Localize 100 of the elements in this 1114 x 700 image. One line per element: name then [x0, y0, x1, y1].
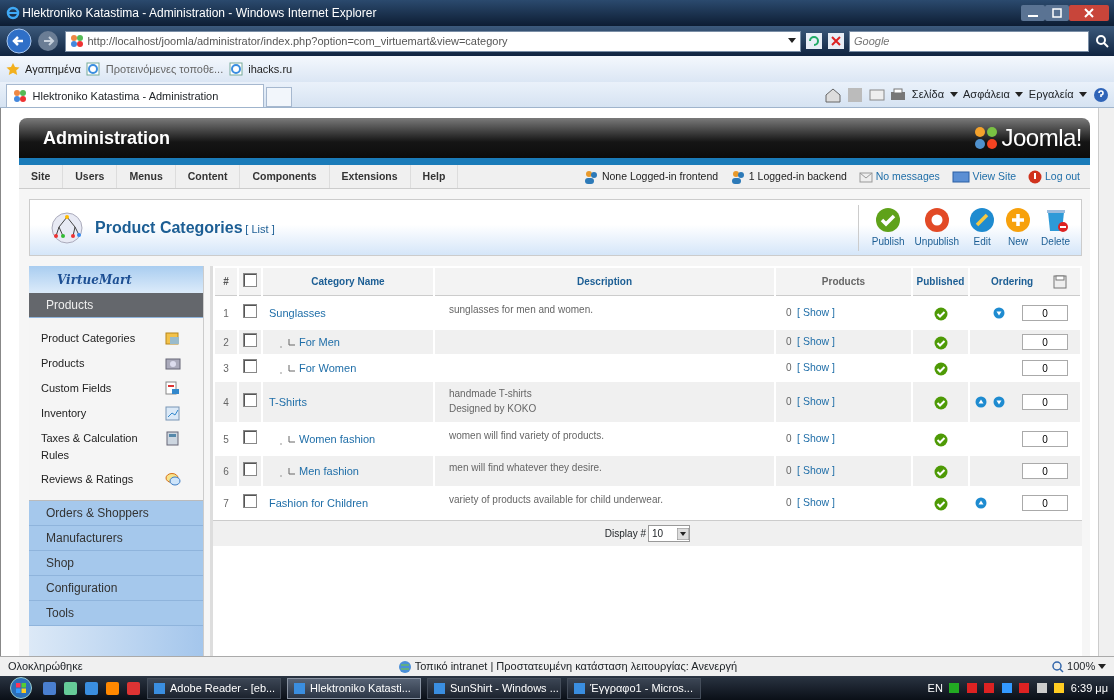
row-checkbox[interactable] [243, 393, 257, 407]
published-check-icon[interactable] [933, 335, 948, 350]
browser-tab[interactable]: Hlektroniko Katastima - Administration [5, 84, 264, 107]
show-link[interactable]: [ Show ] [797, 395, 835, 408]
sidebar-section[interactable]: Orders & Shoppers [29, 501, 203, 526]
printer-icon[interactable] [890, 87, 907, 102]
command-menu[interactable]: Εργαλεία [1028, 86, 1074, 103]
status-link[interactable]: View Site [972, 168, 1017, 185]
show-link[interactable]: [ Show ] [797, 432, 835, 445]
caret-icon[interactable] [949, 91, 958, 98]
zoom-level[interactable]: 100% [1067, 658, 1096, 675]
column-header[interactable]: Ordering [991, 275, 1034, 287]
taskbar-button[interactable]: SunShirt - Windows ... [427, 677, 561, 699]
status-link[interactable]: No messages [875, 168, 940, 185]
calculator-icon[interactable] [164, 430, 181, 447]
ordering-field[interactable]: 0 [1022, 360, 1068, 376]
select-all-checkbox[interactable] [243, 272, 257, 287]
new-button[interactable]: New [1000, 204, 1037, 251]
tray-icon[interactable] [948, 682, 961, 694]
category-link[interactable]: For Women [299, 361, 357, 374]
language-indicator[interactable]: EN [927, 679, 943, 697]
favorites-link[interactable]: Αγαπημένα [25, 60, 81, 78]
row-checkbox[interactable] [243, 304, 257, 318]
show-link[interactable]: [ Show ] [797, 335, 835, 348]
help-icon[interactable] [1092, 86, 1109, 103]
edit-button[interactable]: Edit [964, 204, 1001, 251]
caret-icon[interactable] [1079, 91, 1087, 98]
move-up-icon[interactable] [975, 497, 987, 509]
command-menu[interactable]: Ασφάλεια [963, 86, 1010, 103]
search-icon[interactable] [1094, 34, 1109, 48]
sidebar-item[interactable]: Taxes & Calculation Rules [41, 430, 151, 463]
show-link[interactable]: [ Show ] [797, 496, 835, 509]
camera-icon[interactable] [164, 355, 181, 372]
address-field[interactable]: http://localhost/joomla/administrator/index.php?option=com_virtuemart&view=category [64, 30, 801, 52]
ordering-field[interactable]: 0 [1022, 334, 1068, 350]
chart-icon[interactable] [164, 405, 181, 422]
quick-launch-icon[interactable] [126, 680, 141, 696]
quick-launch-icon[interactable] [42, 680, 57, 696]
menu-item[interactable]: Components [240, 165, 330, 188]
caret-icon[interactable] [787, 38, 796, 44]
taskbar-button[interactable]: Adobe Reader - [eb... [147, 677, 281, 699]
sidebar-section[interactable]: Tools [29, 601, 203, 626]
minimize-icon[interactable] [1020, 5, 1045, 21]
menu-item[interactable]: Content [175, 165, 241, 188]
sidebar-item[interactable]: Custom Fields [41, 380, 112, 397]
move-up-icon[interactable] [975, 396, 987, 408]
menu-item[interactable]: Help [410, 165, 459, 188]
sidebar-item[interactable]: Reviews & Ratings [41, 471, 134, 488]
taskbar-button[interactable]: Hlektroniko Katasti... [287, 677, 421, 699]
stop-icon[interactable] [827, 33, 844, 49]
sidebar-item[interactable]: Products [41, 355, 85, 372]
category-link[interactable]: Men fashion [299, 464, 359, 477]
row-checkbox[interactable] [243, 333, 257, 347]
published-check-icon[interactable] [933, 306, 948, 321]
speech-bubble-icon[interactable] [164, 471, 181, 488]
move-down-icon[interactable] [993, 396, 1005, 408]
quick-launch-icon[interactable] [105, 680, 120, 696]
save-icon[interactable] [1053, 275, 1068, 290]
sidebar-section[interactable]: Shop [29, 551, 203, 576]
command-menu[interactable]: Σελίδα [911, 86, 944, 103]
caret-icon[interactable] [1015, 91, 1024, 98]
category-link[interactable]: T-Shirts [269, 395, 307, 408]
sidebar-item[interactable]: Inventory [41, 405, 87, 422]
view-link[interactable]: [ List ] [245, 220, 275, 237]
clock[interactable]: 6:39 μμ [1070, 679, 1108, 697]
published-check-icon[interactable] [933, 496, 948, 511]
ordering-field[interactable]: 0 [1022, 394, 1068, 410]
vertical-scrollbar[interactable] [1098, 108, 1114, 656]
category-link[interactable]: Fashion for Children [269, 496, 369, 509]
sidebar-item[interactable]: Product Categories [41, 330, 136, 347]
published-check-icon[interactable] [933, 432, 948, 447]
home-icon[interactable] [823, 86, 842, 103]
tray-icon[interactable] [1053, 682, 1066, 694]
publish-button[interactable]: Publish [866, 204, 910, 251]
favorites-link[interactable]: Προτεινόμενες τοποθε... [105, 60, 224, 78]
show-link[interactable]: [ Show ] [797, 464, 835, 477]
tray-icon[interactable] [1000, 682, 1013, 694]
column-header[interactable]: Category Name [311, 276, 385, 287]
row-checkbox[interactable] [243, 359, 257, 373]
sidebar-section[interactable]: Manufacturers [29, 526, 203, 551]
menu-item[interactable]: Users [63, 165, 118, 188]
sidebar-section[interactable]: Products [29, 293, 203, 318]
move-down-icon[interactable] [993, 307, 1005, 319]
published-check-icon[interactable] [933, 395, 948, 410]
ordering-field[interactable]: 0 [1022, 431, 1068, 447]
published-check-icon[interactable] [933, 361, 948, 376]
row-checkbox[interactable] [243, 494, 257, 508]
menu-item[interactable]: Extensions [329, 165, 411, 188]
forward-icon[interactable] [37, 30, 59, 52]
page-size-select[interactable]: 10 [648, 525, 691, 542]
menu-item[interactable]: Site [19, 165, 64, 188]
taskbar-button[interactable]: Έγγραφο1 - Micros... [567, 677, 701, 699]
show-link[interactable]: [ Show ] [797, 306, 835, 319]
back-icon[interactable] [5, 28, 32, 54]
favorites-link[interactable]: ihacks.ru [248, 60, 293, 78]
ordering-field[interactable]: 0 [1022, 305, 1068, 321]
search-field[interactable]: Google [849, 30, 1089, 52]
refresh-icon[interactable] [806, 33, 822, 49]
ordering-field[interactable]: 0 [1022, 495, 1068, 511]
category-link[interactable]: Sunglasses [269, 306, 326, 319]
